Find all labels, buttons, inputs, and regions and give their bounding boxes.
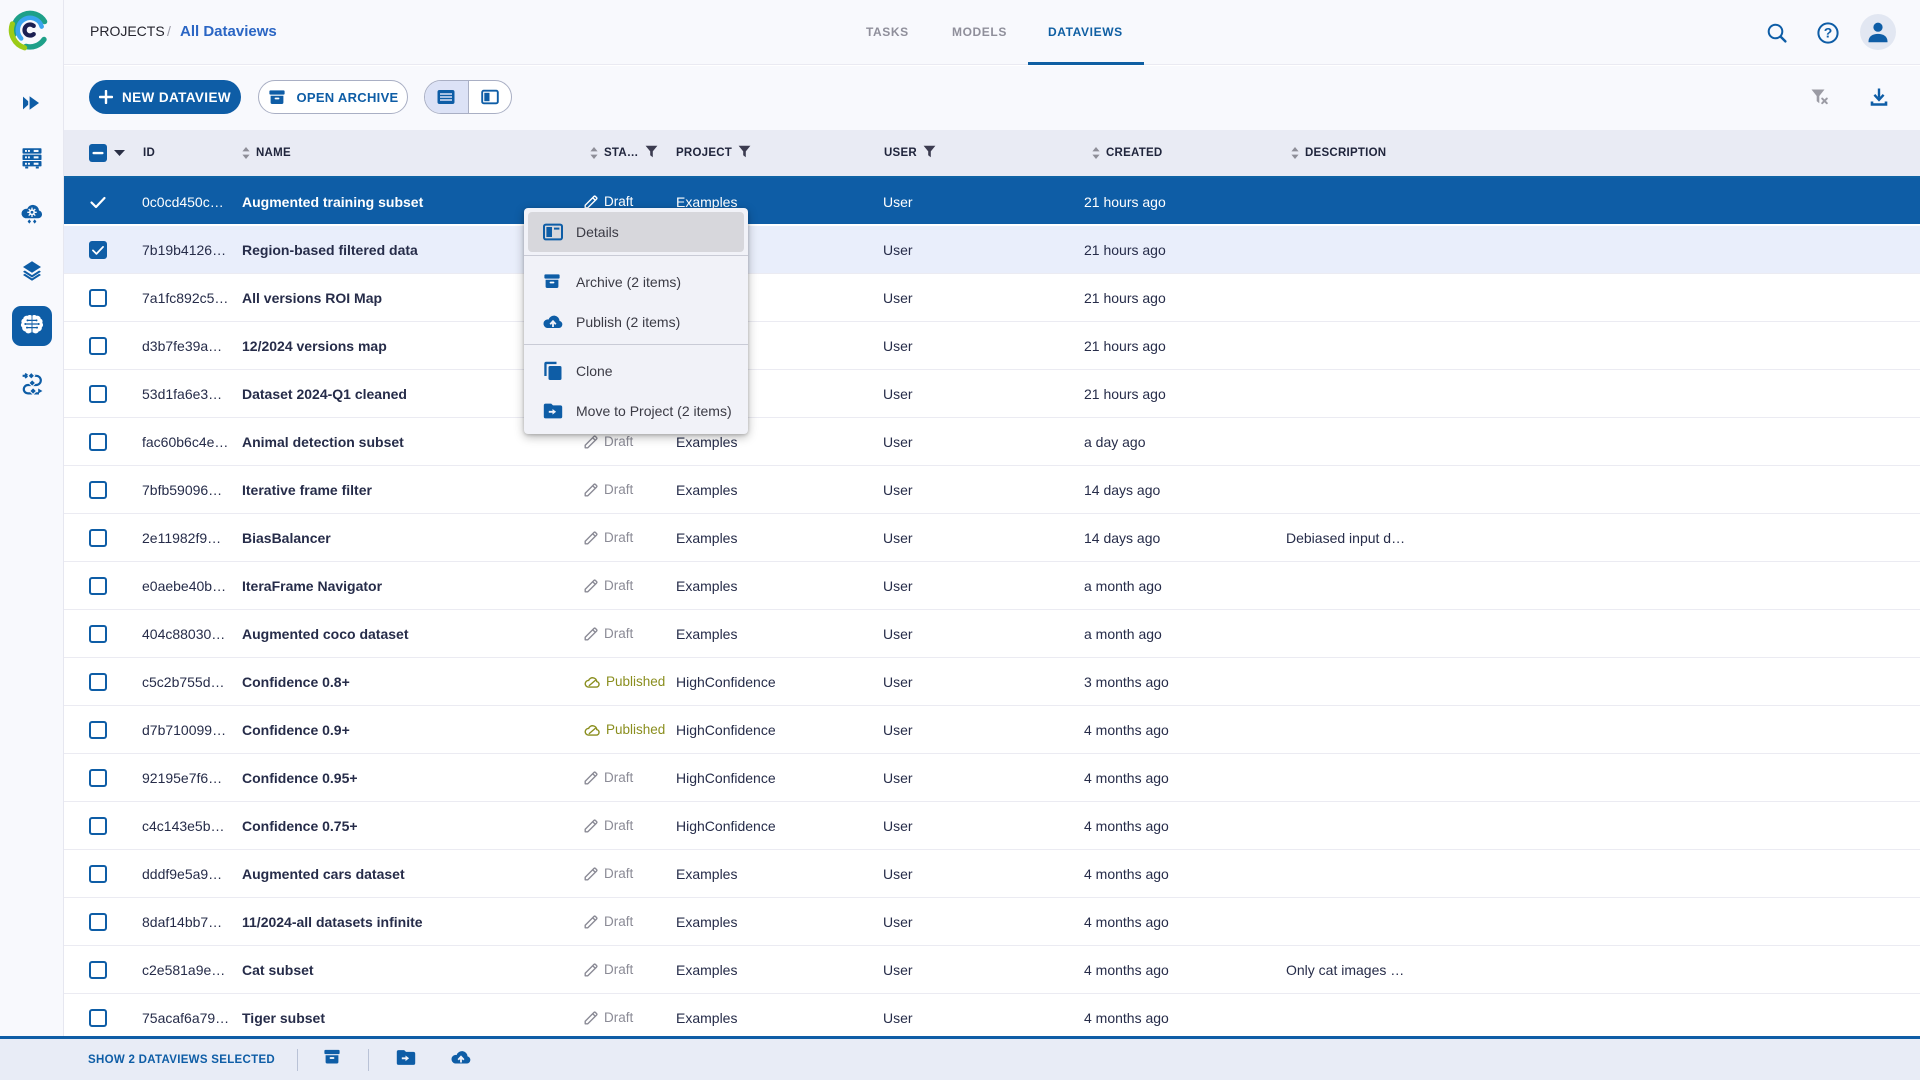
svg-text:?: ? <box>1824 25 1833 41</box>
